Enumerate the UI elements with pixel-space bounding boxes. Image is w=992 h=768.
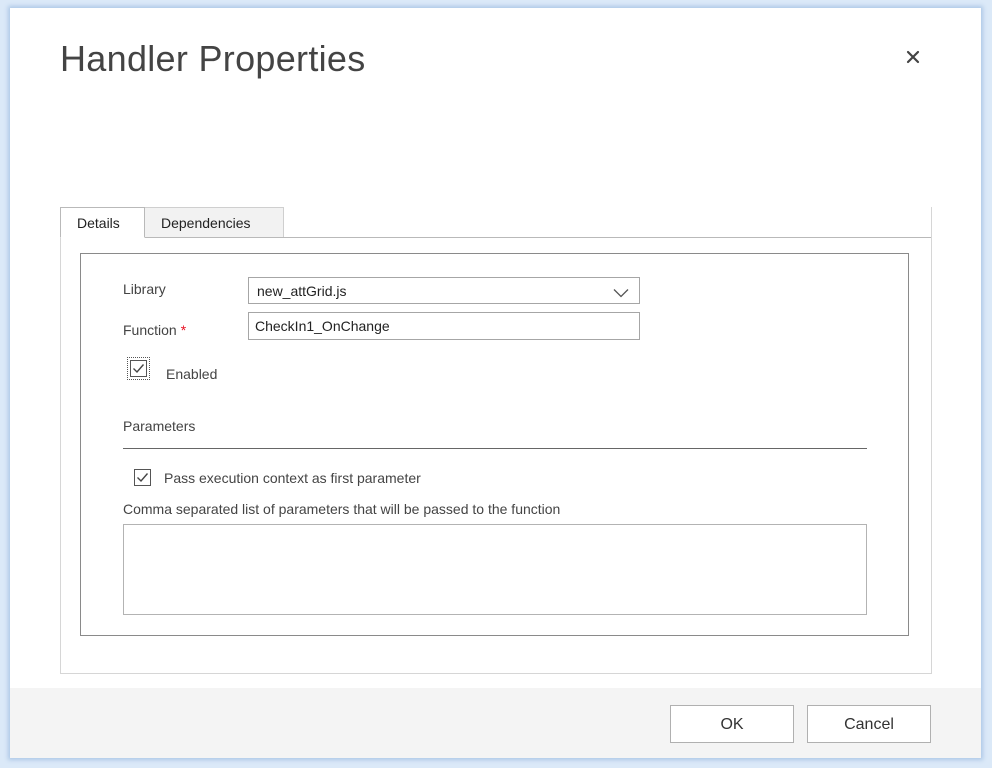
dialog-title: Handler Properties <box>60 38 366 79</box>
ok-button[interactable]: OK <box>670 705 794 743</box>
cancel-button[interactable]: Cancel <box>807 705 931 743</box>
parameters-heading: Parameters <box>123 418 196 434</box>
required-marker: * <box>180 322 187 338</box>
param-list-label: Comma separated list of parameters that … <box>123 501 561 517</box>
window-frame: Handler Properties Details Dependencies … <box>0 0 992 768</box>
checkmark-icon <box>130 360 147 377</box>
close-button[interactable] <box>900 44 926 70</box>
enabled-checkbox[interactable] <box>127 357 150 380</box>
pass-context-label: Pass execution context as first paramete… <box>164 470 421 486</box>
pass-context-checkbox[interactable] <box>134 469 151 486</box>
tab-dependencies-label: Dependencies <box>161 215 251 231</box>
library-label: Library <box>123 281 166 297</box>
function-input[interactable] <box>248 312 640 340</box>
library-select-value: new_attGrid.js <box>257 283 347 299</box>
tab-strip-divider <box>144 237 931 238</box>
handler-properties-dialog: Handler Properties Details Dependencies … <box>10 8 981 758</box>
function-label-text: Function <box>123 322 177 338</box>
enabled-label: Enabled <box>166 366 218 382</box>
chevron-down-icon <box>613 285 629 303</box>
parameters-divider <box>123 448 867 449</box>
tab-details-label: Details <box>77 215 120 231</box>
parameters-textarea[interactable] <box>123 524 867 615</box>
tab-dependencies[interactable]: Dependencies <box>145 207 284 237</box>
function-label: Function * <box>123 322 186 338</box>
library-select[interactable]: new_attGrid.js <box>248 277 640 304</box>
close-icon <box>906 50 920 64</box>
tab-details[interactable]: Details <box>60 207 145 238</box>
checkmark-icon <box>134 469 151 486</box>
